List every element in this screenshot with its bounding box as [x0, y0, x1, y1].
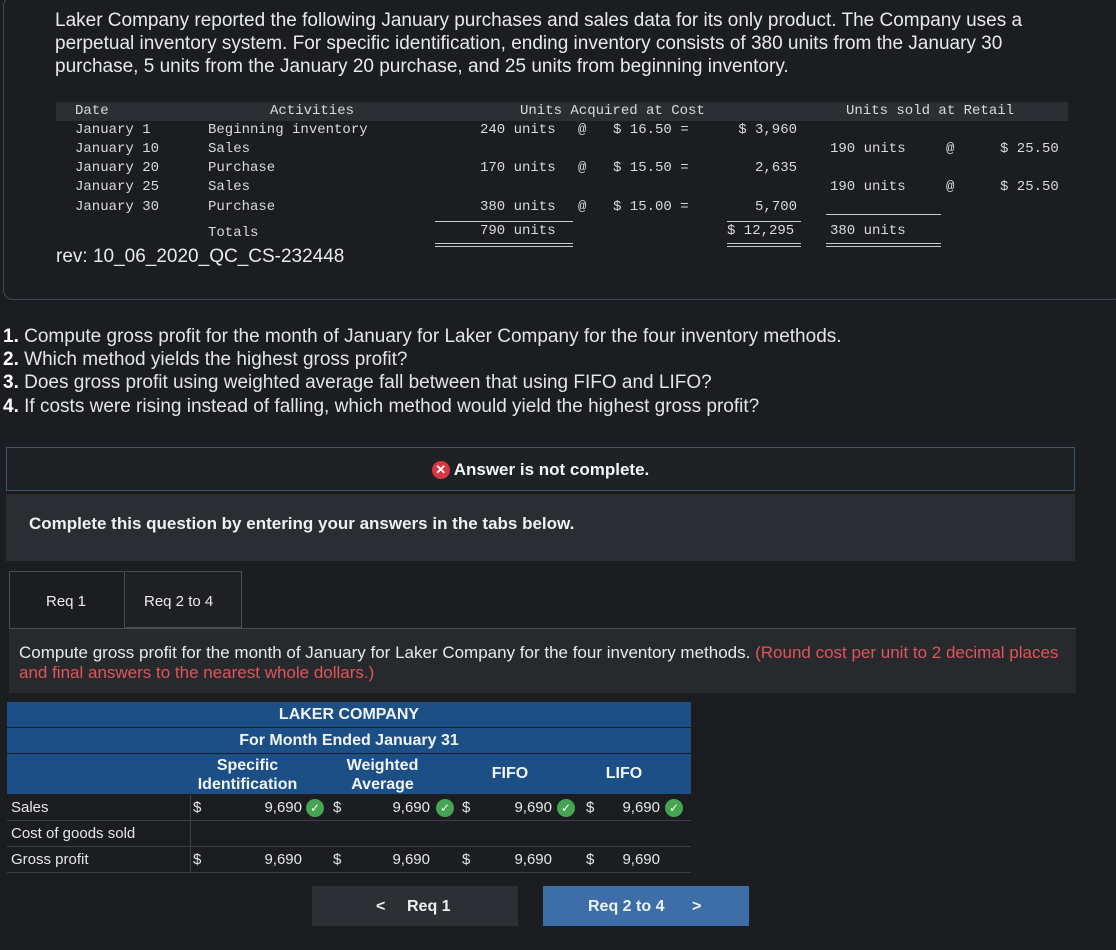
answer-input[interactable]: 9,690	[514, 799, 552, 816]
currency-symbol: $	[462, 851, 471, 868]
answer-input[interactable]: 9,690	[514, 851, 552, 868]
next-req-button[interactable]: Req 2 to 4 >	[543, 886, 749, 926]
question-1: 1. Compute gross profit for the month of…	[3, 326, 842, 347]
divider	[7, 846, 691, 847]
row-sold-at: @	[946, 141, 955, 157]
row-activity: Sales	[208, 141, 251, 157]
row-date: January 30	[75, 199, 160, 215]
double-underline	[727, 243, 801, 244]
panel-instruction: Compute gross profit for the month of Ja…	[19, 643, 1059, 682]
currency-symbol: $	[462, 799, 471, 816]
row-acq-units: 380 units	[480, 199, 556, 215]
row-label: Sales	[11, 799, 49, 816]
answer-input[interactable]: 9,690	[392, 851, 430, 868]
problem-intro: Laker Company reported the following Jan…	[55, 10, 1023, 77]
totals-acq-total: $ 12,295	[727, 223, 795, 239]
row-sold-units: 190 units	[830, 179, 906, 195]
divider	[727, 221, 801, 222]
row-date: January 1	[75, 122, 151, 138]
chevron-right-icon: >	[692, 898, 702, 915]
answer-input[interactable]: 9,690	[392, 799, 430, 816]
row-sold-at: @	[946, 179, 955, 195]
divider	[190, 795, 191, 872]
instruction-text: Complete this question by entering your …	[29, 514, 575, 533]
question-4: 4. If costs were rising instead of falli…	[3, 396, 760, 417]
correct-check-icon: ✓	[306, 799, 324, 817]
row-sold-price: $ 25.50	[1000, 141, 1059, 157]
totals-label: Totals	[208, 225, 259, 241]
col-sold-header: Units sold at Retail	[846, 103, 1015, 119]
col-specific-identification: Specific Identification	[197, 757, 298, 793]
answer-status-text: Answer is not complete.	[453, 460, 650, 479]
answer-input[interactable]: 9,690	[622, 851, 660, 868]
row-label: Cost of goods sold	[11, 825, 136, 842]
col-weighted-average: Weighted Average	[346, 757, 419, 793]
prev-req-button[interactable]: < Req 1	[312, 886, 518, 926]
row-activity: Purchase	[208, 160, 276, 176]
row-acq-cost: $ 15.00 =	[613, 199, 689, 215]
answer-input[interactable]: 9,690	[264, 851, 302, 868]
currency-symbol: $	[193, 799, 202, 816]
correct-check-icon: ✓	[436, 799, 454, 817]
revision-label: rev: 10_06_2020_QC_CS-232448	[56, 246, 345, 267]
row-label: Gross profit	[11, 851, 89, 868]
row-date: January 10	[75, 141, 160, 157]
double-underline	[435, 246, 573, 247]
error-x-icon: ✕	[431, 461, 450, 479]
col-date-header: Date	[75, 103, 109, 119]
row-acq-total: $ 3,960	[738, 122, 797, 138]
period-label: For Month Ended January 31	[7, 728, 691, 753]
col-acquired-header: Units Acquired at Cost	[520, 103, 705, 119]
chevron-left-icon: <	[376, 898, 386, 915]
double-underline	[727, 246, 801, 247]
totals-sold-units: 380 units	[830, 223, 906, 239]
row-acq-units: 170 units	[480, 160, 556, 176]
totals-acq-units: 790 units	[480, 223, 556, 239]
currency-symbol: $	[193, 851, 202, 868]
divider	[7, 820, 691, 821]
question-3: 3. Does gross profit using weighted aver…	[3, 372, 712, 393]
double-underline	[826, 246, 941, 247]
row-activity: Sales	[208, 179, 251, 195]
divider	[826, 214, 941, 215]
row-acq-cost: $ 16.50 =	[613, 122, 689, 138]
row-activity: Purchase	[208, 199, 276, 215]
answer-input[interactable]: 9,690	[622, 799, 660, 816]
tab-req-1[interactable]: Req 1	[9, 571, 125, 628]
row-acq-at: @	[578, 199, 587, 215]
row-acq-total: 2,635	[754, 160, 797, 176]
row-sold-price: $ 25.50	[1000, 179, 1059, 195]
correct-check-icon: ✓	[665, 799, 683, 817]
question-2: 2. Which method yields the highest gross…	[3, 349, 408, 370]
currency-symbol: $	[333, 799, 342, 816]
row-acq-total: 5,700	[754, 199, 797, 215]
currency-symbol: $	[333, 851, 342, 868]
currency-symbol: $	[586, 799, 595, 816]
row-acq-at: @	[578, 160, 587, 176]
divider	[7, 872, 691, 873]
divider	[435, 221, 573, 222]
row-date: January 25	[75, 179, 160, 195]
col-fifo: FIFO	[491, 765, 529, 782]
row-activity: Beginning inventory	[208, 122, 368, 138]
col-activities-header: Activities	[270, 103, 355, 119]
answer-status-banner: ✕ Answer is not complete.	[6, 447, 1075, 491]
company-name: LAKER COMPANY	[7, 702, 691, 727]
answer-input[interactable]: 9,690	[264, 799, 302, 816]
col-lifo: LIFO	[605, 765, 643, 782]
double-underline	[435, 243, 573, 244]
row-acq-at: @	[578, 122, 587, 138]
row-acq-cost: $ 15.50 =	[613, 160, 689, 176]
row-date: January 20	[75, 160, 160, 176]
correct-check-icon: ✓	[557, 799, 575, 817]
row-sold-units: 190 units	[830, 141, 906, 157]
currency-symbol: $	[586, 851, 595, 868]
row-acq-units: 240 units	[480, 122, 556, 138]
double-underline	[826, 243, 941, 244]
tab-req-2-to-4[interactable]: Req 2 to 4	[126, 571, 242, 628]
